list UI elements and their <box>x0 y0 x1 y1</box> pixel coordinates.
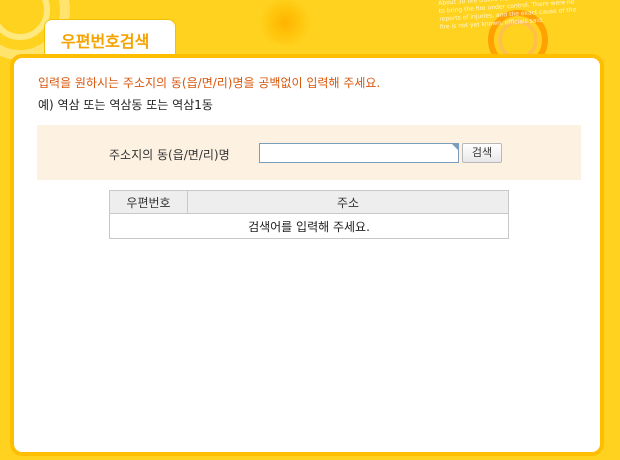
page-title-tab: 우편번호검색 <box>44 19 176 57</box>
table-header-row: 우편번호 주소 <box>109 190 509 214</box>
decorative-sun <box>255 0 315 45</box>
search-button[interactable]: 검색 <box>462 143 502 163</box>
example-text: 예) 역삼 또는 역삼동 또는 역삼1동 <box>38 98 213 112</box>
decorative-circle <box>0 0 50 40</box>
decorative-text: About 30 fire trucks were rushed to the … <box>438 0 577 31</box>
search-area: 주소지의 동(읍/면/리)명 검색 <box>37 125 581 180</box>
table-row: 검색어를 입력해 주세요. <box>109 213 509 239</box>
instruction-text: 입력을 원하시는 주소지의 동(읍/면/리)명을 공백없이 입력해 주세요. <box>38 76 381 90</box>
column-header-address: 주소 <box>187 190 509 214</box>
search-input[interactable] <box>259 143 459 163</box>
column-header-zipcode: 우편번호 <box>109 190 188 214</box>
page-title: 우편번호검색 <box>61 32 150 51</box>
main-panel: 입력을 원하시는 주소지의 동(읍/면/리)명을 공백없이 입력해 주세요. 예… <box>10 54 604 456</box>
result-table: 우편번호 주소 검색어를 입력해 주세요. <box>109 190 509 239</box>
empty-message: 검색어를 입력해 주세요. <box>109 213 509 239</box>
search-label: 주소지의 동(읍/면/리)명 <box>109 148 230 162</box>
